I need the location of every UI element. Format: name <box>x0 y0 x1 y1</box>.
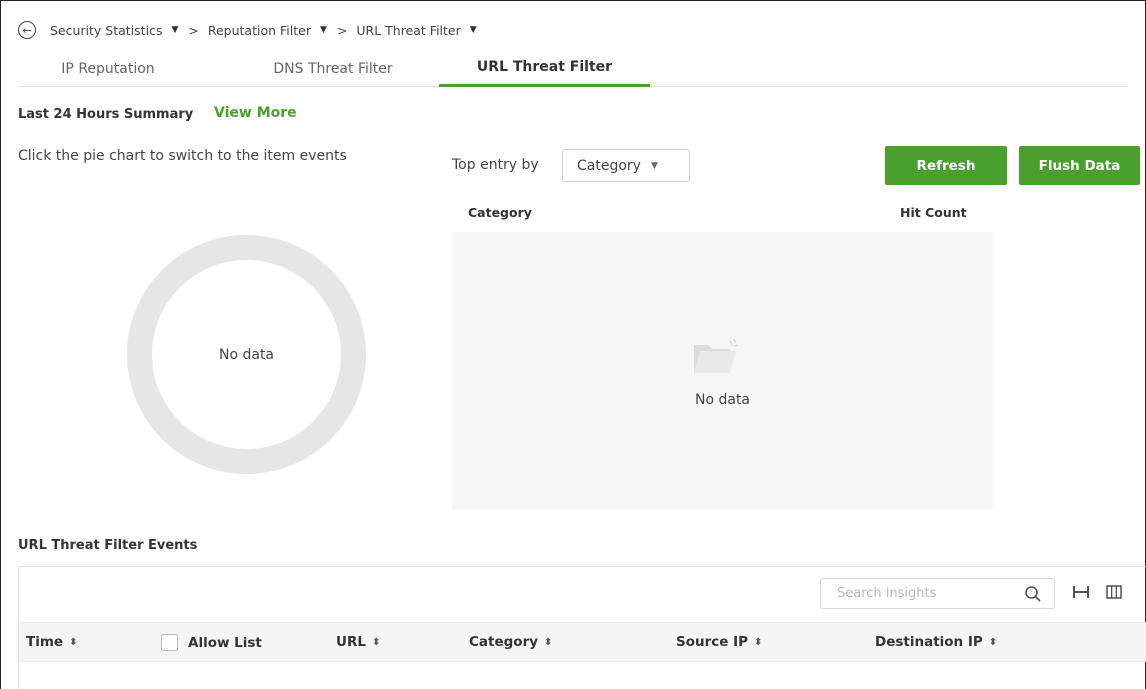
breadcrumb-reputation-filter[interactable]: Reputation Filter ▼ <box>208 23 337 38</box>
column-header-url[interactable]: URL ⬍ <box>336 634 380 650</box>
sort-icon[interactable]: ⬍ <box>754 637 762 648</box>
columns-icon[interactable] <box>1105 583 1123 601</box>
allow-list-checkbox[interactable] <box>161 634 178 651</box>
breadcrumb-security-statistics[interactable]: Security Statistics ▼ <box>50 23 188 38</box>
events-table-header: Time ⬍ Allow List URL ⬍ Category ⬍ Source I… <box>19 622 1146 662</box>
column-header-allow-list[interactable]: Allow List <box>161 634 262 651</box>
column-label: Allow List <box>188 634 262 651</box>
column-label: Destination IP <box>875 634 983 650</box>
search-placeholder: Search insights <box>837 586 937 601</box>
folder-icon <box>694 338 738 373</box>
column-label: Time <box>26 634 64 650</box>
top-entry-label: Top entry by <box>452 157 539 173</box>
pie-chart-empty[interactable]: No data <box>127 235 366 474</box>
caret-down-icon[interactable]: ▼ <box>320 25 327 35</box>
column-header-hit-count: Hit Count <box>900 205 967 220</box>
column-header-category: Category <box>468 205 532 220</box>
breadcrumb-separator: > <box>336 22 348 38</box>
tab-bar: IP Reputation DNS Threat Filter URL Thre… <box>18 50 1128 87</box>
breadcrumb-url-threat-filter[interactable]: URL Threat Filter ▼ <box>356 23 486 38</box>
column-label: Category <box>469 634 539 650</box>
breadcrumb-label: Security Statistics <box>50 22 163 38</box>
sort-icon[interactable]: ⬍ <box>544 637 552 648</box>
breadcrumb-label: URL Threat Filter <box>356 22 461 38</box>
column-header-destination-ip[interactable]: Destination IP ⬍ <box>875 634 997 650</box>
search-icon[interactable] <box>1024 585 1042 603</box>
back-arrow-icon[interactable]: ← <box>18 21 36 39</box>
column-width-icon[interactable] <box>1072 583 1090 601</box>
breadcrumb: ← Security Statistics ▼ > Reputation Fil… <box>18 19 487 41</box>
view-more-link[interactable]: View More <box>214 105 297 121</box>
tab-ip-reputation[interactable]: IP Reputation <box>18 50 198 87</box>
column-header-category[interactable]: Category ⬍ <box>469 634 552 650</box>
summary-title: Last 24 Hours Summary <box>18 107 194 122</box>
caret-down-icon: ▼ <box>650 160 658 171</box>
column-header-time[interactable]: Time ⬍ <box>26 634 77 650</box>
breadcrumb-separator: > <box>188 22 199 38</box>
refresh-button[interactable]: Refresh <box>885 146 1007 185</box>
events-title: URL Threat Filter Events <box>18 538 198 553</box>
tab-url-threat-filter[interactable]: URL Threat Filter <box>439 50 650 87</box>
column-label: URL <box>336 634 366 650</box>
column-label: Source IP <box>676 634 749 650</box>
column-header-source-ip[interactable]: Source IP ⬍ <box>676 634 762 650</box>
caret-down-icon[interactable]: ▼ <box>470 25 477 35</box>
pie-no-data-label: No data <box>218 346 275 363</box>
top-table-no-data: No data <box>694 392 751 408</box>
search-input[interactable]: Search insights <box>820 578 1055 609</box>
top-entry-value: Category <box>577 157 641 174</box>
top-entry-select[interactable]: Category ▼ <box>562 149 690 182</box>
sort-icon[interactable]: ⬍ <box>989 637 997 648</box>
top-table-empty: No data <box>452 232 993 510</box>
tab-dns-threat-filter[interactable]: DNS Threat Filter <box>243 50 423 87</box>
breadcrumb-label: Reputation Filter <box>207 22 311 38</box>
sort-icon[interactable]: ⬍ <box>69 637 77 648</box>
flush-data-button[interactable]: Flush Data <box>1019 146 1140 185</box>
sort-icon[interactable]: ⬍ <box>372 637 380 648</box>
events-panel: Search insights Time ⬍ Allow List URL ⬍ Ca… <box>18 566 1146 689</box>
caret-down-icon[interactable]: ▼ <box>171 25 178 35</box>
pie-hint-text: Click the pie chart to switch to the ite… <box>18 148 347 164</box>
